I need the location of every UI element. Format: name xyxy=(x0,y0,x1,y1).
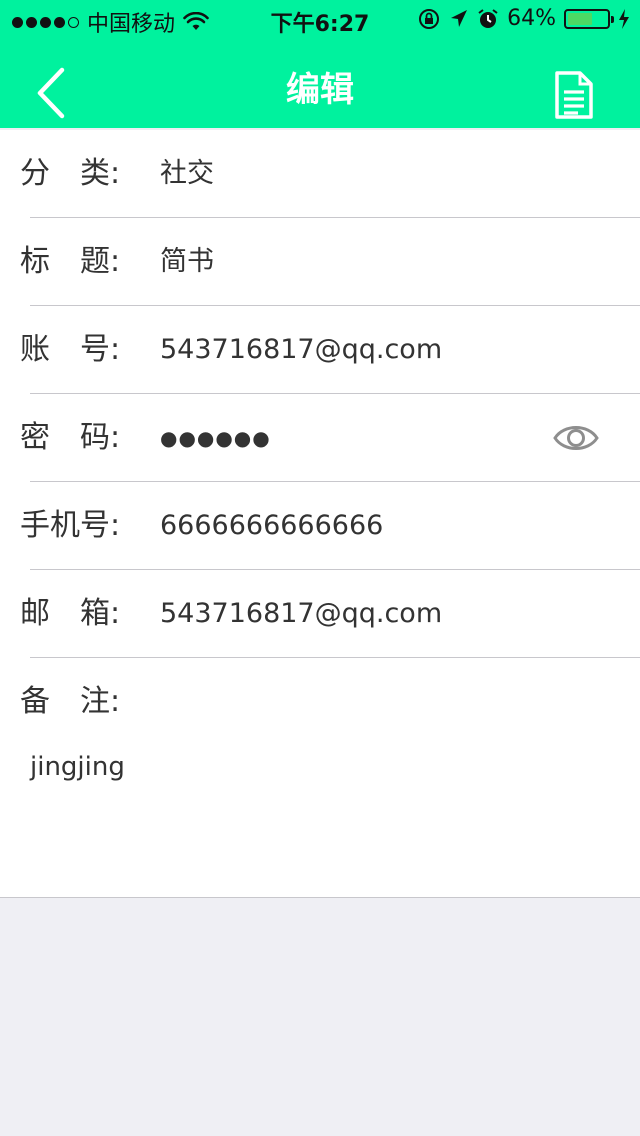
header: 中国移动 下午6:27 64% 编辑 xyxy=(0,0,640,128)
document-icon[interactable] xyxy=(552,70,596,120)
phone-value[interactable]: 6666666666666 xyxy=(160,482,383,570)
battery-fill xyxy=(568,12,593,25)
field-password[interactable]: 密 码: ●●●●●● xyxy=(0,394,640,482)
account-label: 账 号: xyxy=(20,332,121,367)
email-value[interactable]: 543716817@qq.com xyxy=(160,570,442,658)
field-category[interactable]: 分 类: 社交 xyxy=(0,130,640,218)
field-title[interactable]: 标 题: 简书 xyxy=(0,218,640,306)
charging-bolt-icon xyxy=(619,8,629,29)
status-right: 64% xyxy=(417,6,630,31)
title-value[interactable]: 简书 xyxy=(160,218,214,306)
category-label: 分 类: xyxy=(20,156,121,191)
status-bar: 中国移动 下午6:27 64% xyxy=(0,0,640,40)
notes-value[interactable]: jingjing xyxy=(30,752,125,782)
account-value[interactable]: 543716817@qq.com xyxy=(160,306,442,394)
account-form: 分 类: 社交 标 题: 简书 账 号: 543716817@qq.com 密 … xyxy=(0,130,640,898)
field-notes: 备 注: xyxy=(0,658,640,746)
field-account[interactable]: 账 号: 543716817@qq.com xyxy=(0,306,640,394)
phone-label: 手机号: xyxy=(20,508,121,543)
title-label: 标 题: xyxy=(20,244,121,279)
category-value[interactable]: 社交 xyxy=(160,130,214,218)
email-label: 邮 箱: xyxy=(20,596,121,631)
field-email[interactable]: 邮 箱: 543716817@qq.com xyxy=(0,570,640,658)
notes-label: 备 注: xyxy=(20,684,121,719)
rotation-lock-icon xyxy=(419,8,440,29)
battery-percent: 64% xyxy=(507,6,556,31)
password-value[interactable]: ●●●●●● xyxy=(160,394,271,482)
eye-icon[interactable] xyxy=(552,420,600,456)
password-label: 密 码: xyxy=(20,420,121,455)
field-phone[interactable]: 手机号: 6666666666666 xyxy=(0,482,640,570)
page-title: 编辑 xyxy=(286,70,354,110)
battery-icon xyxy=(564,8,614,29)
alarm-icon xyxy=(478,8,498,28)
location-arrow-icon xyxy=(451,9,468,27)
